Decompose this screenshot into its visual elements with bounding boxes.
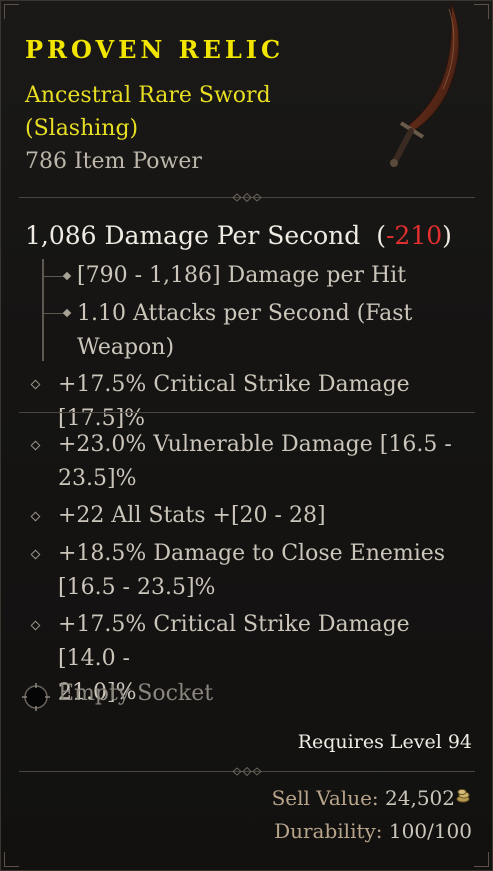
affix-line: +22 All Stats +[20 - 28] <box>58 499 468 533</box>
item-power: 786 Item Power <box>25 149 202 174</box>
sell-amount: 24,502 <box>385 786 455 810</box>
section-divider <box>19 192 475 203</box>
curved-sword-icon <box>390 2 460 167</box>
dps-paren-open: ( <box>376 221 386 250</box>
item-name: PROVEN RELIC <box>25 35 285 64</box>
affix-text: [16.5 - 23.5]% <box>58 575 216 600</box>
diamond-bullet-icon <box>30 549 41 560</box>
section-divider <box>19 766 475 777</box>
affix-line: +23.0% Vulnerable Damage [16.5 - 23.5]% <box>58 428 468 496</box>
empty-socket-icon <box>22 683 50 711</box>
diamond-bullet-icon <box>30 511 41 522</box>
frame-corner <box>4 4 19 19</box>
affix-text: +23.0% Vulnerable Damage [16.5 - <box>58 432 452 457</box>
frame-corner <box>474 4 489 19</box>
damage-per-hit: [790 - 1,186] Damage per Hit <box>77 263 407 288</box>
section-divider <box>19 407 475 418</box>
stat-tree-line <box>42 259 44 361</box>
dps-delta: -210 <box>385 221 443 250</box>
item-type-line: Ancestral Rare Sword <box>25 83 271 108</box>
item-damage-type: (Slashing) <box>25 116 139 141</box>
sell-label: Sell Value: <box>271 786 379 810</box>
attacks-line: Weapon) <box>77 335 175 360</box>
diamond-bullet-icon <box>30 620 41 631</box>
diamond-bullet-icon <box>30 379 41 390</box>
level-requirement: Requires Level 94 <box>297 731 472 753</box>
dps-paren-close: ) <box>442 221 452 250</box>
tree-branch-icon <box>44 313 66 314</box>
item-type: Ancestral Rare Sword (Slashing) <box>25 79 325 145</box>
sell-value: Sell Value: 24,502 <box>272 786 455 810</box>
durability: Durability: 100/100 <box>274 819 472 843</box>
attacks-line: 1.10 Attacks per Second (Fast <box>77 301 413 326</box>
implicit-affix: +17.5% Critical Strike Damage [17.5]% <box>58 372 410 431</box>
affix-text: +18.5% Damage to Close Enemies <box>58 541 446 566</box>
frame-corner <box>474 852 489 867</box>
diamond-bullet-icon <box>30 440 41 451</box>
affix-text: 23.5]% <box>58 466 137 491</box>
item-tooltip: PROVEN RELIC Ancestral Rare Sword (Slash… <box>0 0 493 871</box>
damage-per-second: 1,086 Damage Per Second (-210) <box>25 221 452 250</box>
affix-text: +17.5% Critical Strike Damage [14.0 - <box>58 612 410 671</box>
frame-corner <box>4 852 19 867</box>
affix-text: +22 All Stats +[20 - 28] <box>58 503 326 528</box>
attacks-per-second: 1.10 Attacks per Second (Fast Weapon) <box>77 297 412 365</box>
gold-coins-icon <box>456 789 470 803</box>
durability-label: Durability: <box>274 819 383 843</box>
affix-line: +18.5% Damage to Close Enemies [16.5 - 2… <box>58 537 468 605</box>
tree-branch-icon <box>44 276 66 277</box>
socket-label: Empty Socket <box>58 681 214 706</box>
dps-value: 1,086 Damage Per Second <box>25 221 361 250</box>
durability-value: 100/100 <box>388 819 472 843</box>
